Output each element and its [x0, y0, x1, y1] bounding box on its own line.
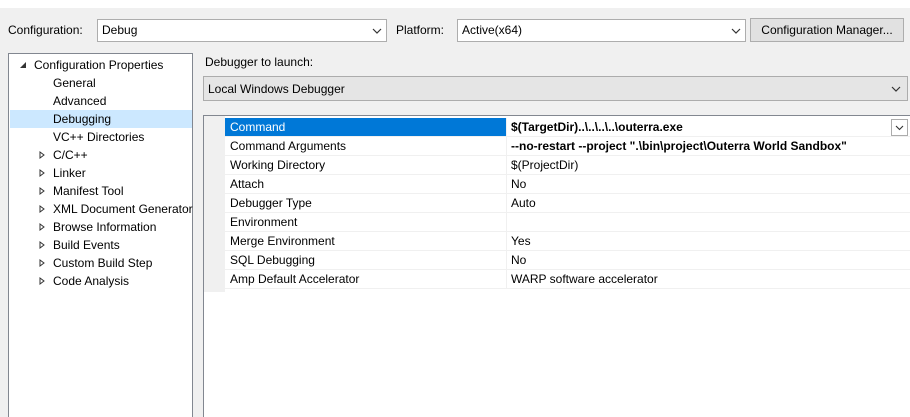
tree-item-label: C/C++ — [53, 148, 88, 162]
property-row-command-arguments[interactable]: Command Arguments --no-restart --project… — [225, 137, 910, 156]
property-value[interactable] — [506, 213, 910, 231]
property-name: Command — [225, 118, 506, 136]
collapsed-triangle-icon[interactable] — [37, 254, 47, 272]
property-value[interactable]: --no-restart --project ".\bin\project\Ou… — [506, 137, 910, 155]
collapsed-triangle-icon[interactable] — [37, 200, 47, 218]
chevron-down-icon — [368, 20, 385, 41]
property-row-working-directory[interactable]: Working Directory $(ProjectDir) — [225, 156, 910, 175]
tree-item-label: Browse Information — [53, 220, 157, 234]
tree-item-label: Custom Build Step — [53, 256, 153, 270]
tree-item-configuration-properties[interactable]: Configuration Properties — [9, 56, 192, 74]
property-tree: Configuration Properties General Advance… — [8, 53, 193, 417]
property-name: Debugger Type — [230, 196, 312, 210]
tree-item-label: Linker — [53, 166, 86, 180]
tree-item-xml-document-generator[interactable]: XML Document Generator — [9, 200, 193, 218]
collapsed-triangle-icon[interactable] — [37, 272, 47, 290]
property-value[interactable]: Auto — [506, 194, 910, 212]
tree-item-linker[interactable]: Linker — [9, 164, 192, 182]
platform-value: Active(x64) — [462, 23, 523, 37]
property-name: Attach — [230, 177, 265, 191]
property-row-amp-default-accelerator[interactable]: Amp Default Accelerator WARP software ac… — [225, 270, 910, 289]
tree-item-label: Manifest Tool — [53, 184, 124, 198]
property-grid: Command $(TargetDir)..\..\..\..\outerra.… — [203, 115, 910, 417]
tree-item-label: Advanced — [53, 94, 107, 108]
property-value[interactable]: No — [506, 251, 910, 269]
collapsed-triangle-icon[interactable] — [37, 218, 47, 236]
property-row-debugger-type[interactable]: Debugger Type Auto — [225, 194, 910, 213]
debugger-to-launch-label: Debugger to launch: — [205, 55, 314, 69]
configuration-manager-button[interactable]: Configuration Manager... — [750, 18, 904, 42]
collapsed-triangle-icon[interactable] — [37, 164, 47, 182]
tree-item-manifest-tool[interactable]: Manifest Tool — [9, 182, 192, 200]
chevron-down-icon — [889, 77, 903, 100]
property-row-merge-environment[interactable]: Merge Environment Yes — [225, 232, 910, 251]
tree-item-general[interactable]: General — [9, 74, 192, 92]
chevron-down-icon — [727, 20, 744, 41]
platform-select[interactable]: Active(x64) — [457, 19, 746, 42]
collapsed-triangle-icon[interactable] — [37, 146, 47, 164]
top-strip — [0, 0, 910, 8]
tree-item-vc-directories[interactable]: VC++ Directories — [9, 128, 192, 146]
property-name: Command Arguments — [230, 139, 347, 153]
property-value[interactable]: Yes — [506, 232, 910, 250]
tree-item-advanced[interactable]: Advanced — [9, 92, 192, 110]
tree-item-build-events[interactable]: Build Events — [9, 236, 192, 254]
property-name: Environment — [230, 215, 298, 229]
property-value[interactable]: No — [506, 175, 910, 193]
debugger-select[interactable]: Local Windows Debugger — [203, 76, 908, 101]
tree-item-label: Code Analysis — [53, 274, 130, 288]
platform-label: Platform: — [396, 23, 445, 37]
property-row-sql-debugging[interactable]: SQL Debugging No — [225, 251, 910, 270]
property-row-attach[interactable]: Attach No — [225, 175, 910, 194]
configuration-select[interactable]: Debug — [97, 19, 387, 42]
tree-item-c-cpp[interactable]: C/C++ — [9, 146, 192, 164]
property-row-command[interactable]: Command $(TargetDir)..\..\..\..\outerra.… — [225, 118, 910, 137]
property-value[interactable]: $(TargetDir)..\..\..\..\outerra.exe — [506, 118, 910, 136]
property-name: Merge Environment — [230, 234, 335, 248]
debugger-value: Local Windows Debugger — [208, 82, 345, 96]
tree-item-custom-build-step[interactable]: Custom Build Step — [9, 254, 192, 272]
tree-item-label: General — [53, 76, 96, 90]
grid-gutter — [204, 116, 225, 292]
property-row-environment[interactable]: Environment — [225, 213, 910, 232]
property-name: SQL Debugging — [230, 253, 315, 267]
tree-item-debugging[interactable]: Debugging — [10, 110, 192, 128]
property-value[interactable]: $(ProjectDir) — [506, 156, 910, 174]
tree-item-code-analysis[interactable]: Code Analysis — [9, 272, 192, 290]
tree-item-label: XML Document Generator — [53, 202, 193, 216]
expanded-triangle-icon[interactable] — [18, 56, 28, 74]
tree-item-label: VC++ Directories — [53, 130, 145, 144]
property-value[interactable]: WARP software accelerator — [506, 270, 910, 288]
property-name: Amp Default Accelerator — [230, 272, 360, 286]
configuration-value: Debug — [102, 23, 138, 37]
tree-item-label: Build Events — [53, 238, 120, 252]
value-dropdown-button[interactable] — [891, 119, 908, 136]
configuration-label: Configuration: — [8, 23, 83, 37]
collapsed-triangle-icon[interactable] — [37, 236, 47, 254]
property-name: Working Directory — [230, 158, 326, 172]
tree-item-label: Debugging — [53, 112, 112, 126]
tree-item-label: Configuration Properties — [34, 58, 164, 72]
tree-item-browse-information[interactable]: Browse Information — [9, 218, 192, 236]
collapsed-triangle-icon[interactable] — [37, 182, 47, 200]
